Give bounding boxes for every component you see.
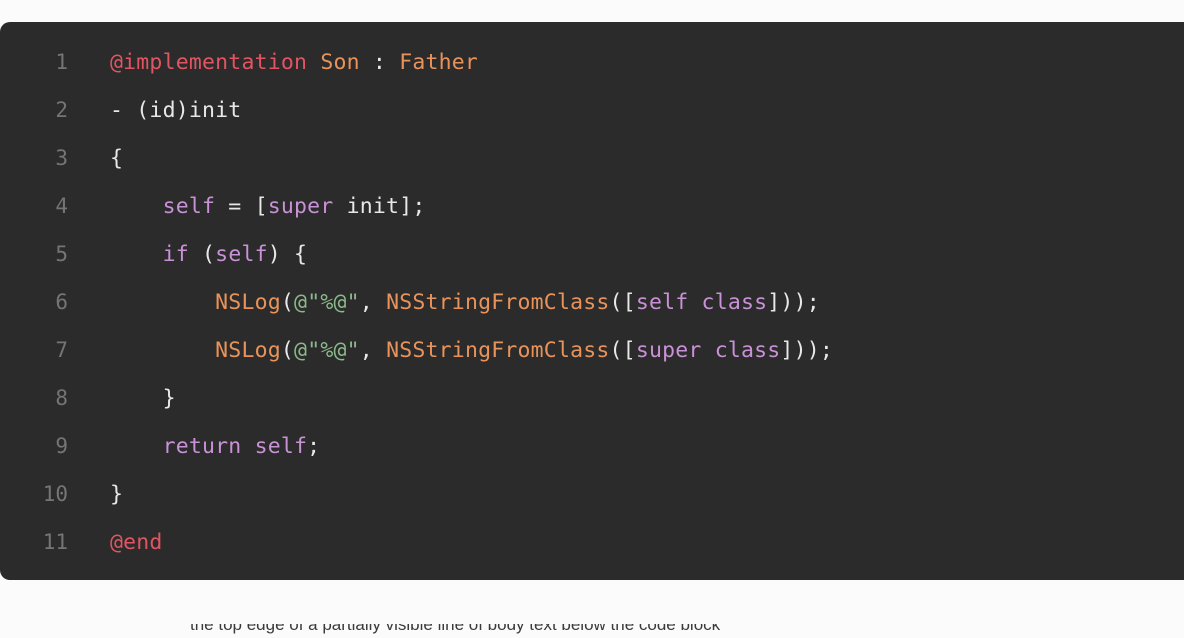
clipped-paragraph-text: the top edge of a partially visible line…	[190, 624, 721, 634]
token-plain: ) {	[267, 242, 308, 267]
token-plain: {	[110, 146, 124, 171]
line-content: if (self) {	[68, 231, 307, 279]
line-number: 2	[55, 98, 68, 122]
token-plain: = [	[215, 194, 268, 219]
line-number: 6	[55, 290, 68, 314]
line-number: 7	[55, 338, 68, 362]
code-line: 2 - (id)init	[0, 86, 1184, 134]
token-plain: - (id)init	[110, 98, 242, 123]
token-type: NSStringFromClass	[386, 290, 610, 315]
clipped-text-strip: the top edge of a partially visible line…	[0, 624, 1184, 638]
token-plain: ,	[359, 290, 387, 315]
line-number: 5	[55, 242, 68, 266]
line-number: 3	[55, 146, 68, 170]
code-line: 6 NSLog(@"%@", NSStringFromClass([self c…	[0, 278, 1184, 326]
code-line: 11 @end	[0, 518, 1184, 566]
line-content: return self;	[68, 423, 321, 471]
token-type: Father	[399, 50, 479, 75]
code-line: 7 NSLog(@"%@", NSStringFromClass([super …	[0, 326, 1184, 374]
line-content: - (id)init	[68, 87, 241, 135]
token-plain: }	[110, 482, 124, 507]
line-content: @implementation Son : Father	[68, 39, 478, 87]
line-number: 1	[55, 50, 68, 74]
code-line: 3{	[0, 134, 1184, 182]
code-line: 1 @implementation Son : Father	[0, 38, 1184, 86]
token-plain: (	[280, 338, 295, 363]
token-plain: ,	[359, 338, 387, 363]
token-lang_keyword: self	[215, 242, 268, 267]
token-lang_keyword: super class	[635, 338, 781, 363]
code-block: 1 @implementation Son : Father 2- (id)init…	[0, 22, 1184, 580]
token-plain: ]));	[767, 290, 820, 315]
token-plain: (	[188, 242, 216, 267]
line-content: NSLog(@"%@", NSStringFromClass([super cl…	[68, 327, 833, 375]
line-content: @end	[68, 519, 163, 567]
token-lang_keyword: self class	[635, 290, 768, 315]
token-string: @"%@"	[294, 290, 360, 315]
token-lang_keyword: self	[162, 194, 216, 219]
token-plain: ([	[609, 290, 636, 315]
token-plain: (	[280, 290, 295, 315]
token-lang_keyword: return self	[162, 434, 308, 459]
line-number: 10	[42, 482, 68, 506]
token-type: NSLog	[215, 338, 281, 363]
token-string: @"%@"	[294, 338, 360, 363]
line-number: 11	[42, 530, 68, 554]
token-type: NSStringFromClass	[386, 338, 610, 363]
token-plain: ]));	[780, 338, 833, 363]
line-content: }	[68, 471, 123, 519]
line-number: 8	[55, 386, 68, 410]
code-line: 10}	[0, 470, 1184, 518]
token-type: NSLog	[215, 290, 281, 315]
token-keyword: @end	[110, 530, 163, 555]
line-number: 4	[55, 194, 68, 218]
code-line: 4 self = [super init];	[0, 182, 1184, 230]
token-plain: ;	[307, 434, 321, 459]
token-plain: }	[110, 386, 176, 411]
line-number: 9	[55, 434, 68, 458]
token-plain: ([	[609, 338, 636, 363]
code-line: 8 }	[0, 374, 1184, 422]
token-lang_keyword: if	[162, 242, 189, 267]
token-type: Son	[320, 50, 360, 75]
token-keyword: @implementation	[110, 50, 308, 75]
line-content: self = [super init];	[68, 183, 426, 231]
code-line: 9 return self;	[0, 422, 1184, 470]
line-content: NSLog(@"%@", NSStringFromClass([self cla…	[68, 279, 820, 327]
token-lang_keyword: super	[267, 194, 334, 219]
code-line: 5 if (self) {	[0, 230, 1184, 278]
line-content: }	[68, 375, 176, 423]
token-plain: init];	[333, 194, 426, 219]
line-content: {	[68, 135, 123, 183]
token-plain: :	[359, 50, 400, 75]
